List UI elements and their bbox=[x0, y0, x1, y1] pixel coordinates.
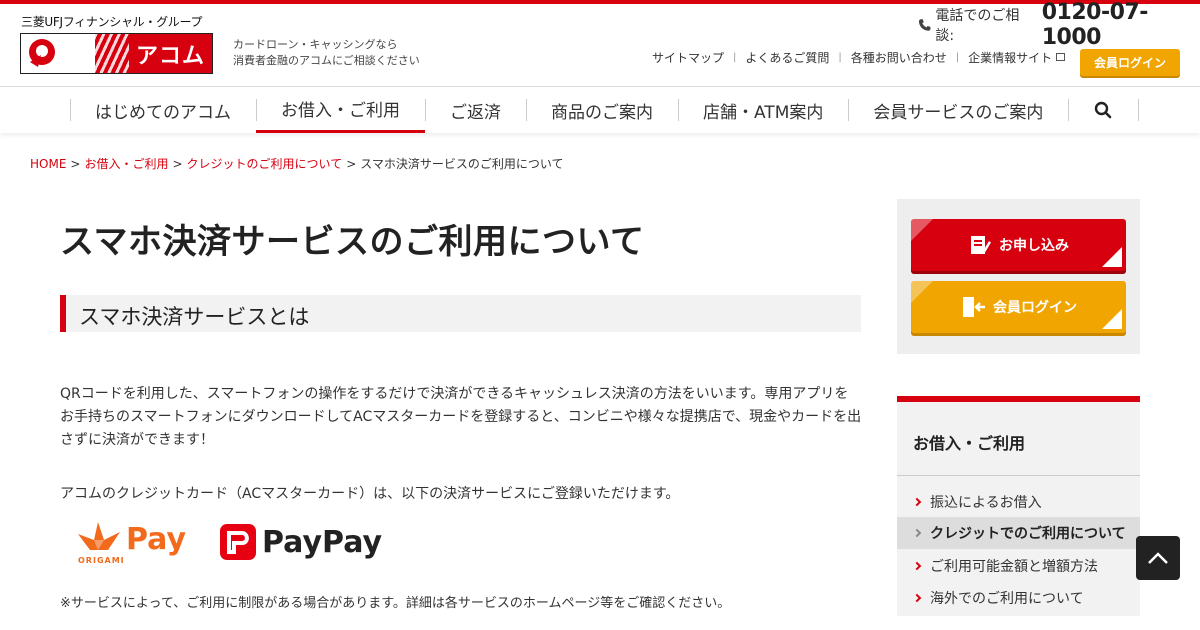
nav-item-repayment[interactable]: ご返済 bbox=[425, 87, 526, 133]
nav-item-first-time[interactable]: はじめてのアコム bbox=[70, 87, 256, 133]
nav-item-member-services[interactable]: 会員サービスのご案内 bbox=[848, 87, 1068, 133]
sidebar-item-limit-increase[interactable]: ご利用可能金額と増額方法 bbox=[897, 550, 1140, 582]
page-top-button[interactable] bbox=[1136, 536, 1180, 580]
chevron-right-icon bbox=[912, 593, 922, 603]
sidebar-item-credit-usage[interactable]: クレジットでのご利用について bbox=[897, 517, 1140, 549]
tagline: カードローン・キャッシングなら 消費者金融のアコムにご相談ください bbox=[233, 38, 420, 67]
sidebar-member-login-button[interactable]: 会員ログイン bbox=[911, 281, 1126, 333]
global-nav: はじめてのアコム お借入・ご利用 ご返済 商品のご案内 店舗・ATM案内 会員サ… bbox=[0, 86, 1200, 133]
login-door-icon bbox=[963, 297, 985, 317]
chevron-right-icon bbox=[912, 561, 922, 571]
sitemap-link[interactable]: サイトマップ bbox=[652, 49, 724, 66]
external-link-icon bbox=[1056, 52, 1066, 61]
sidebar-menu: お借入・ご利用 振込によるお借入 クレジットでのご利用について ご利用可能金額と… bbox=[897, 396, 1140, 616]
breadcrumb-current: スマホ決済サービスのご利用について bbox=[360, 157, 564, 171]
application-form-icon bbox=[971, 236, 991, 254]
phone-contact[interactable]: 電話でのご相談: 0120-07-1000 bbox=[918, 0, 1200, 50]
contact-link[interactable]: 各種お問い合わせ bbox=[851, 49, 947, 66]
corporate-site-link[interactable]: 企業情報サイト bbox=[968, 49, 1052, 66]
breadcrumb-home[interactable]: HOME bbox=[30, 157, 66, 171]
paypay-logo: PayPay bbox=[262, 525, 383, 560]
breadcrumb-credit[interactable]: クレジットのご利用について bbox=[187, 157, 343, 171]
faq-link[interactable]: よくあるご質問 bbox=[745, 49, 829, 66]
chevron-right-icon bbox=[912, 528, 922, 538]
sidebar-item-overseas-usage[interactable]: 海外でのご利用について bbox=[897, 582, 1140, 614]
chevron-right-icon bbox=[912, 497, 922, 507]
intro-paragraph: QRコードを利用した、スマートフォンの操作をするだけで決済ができるキャッシュレス… bbox=[60, 386, 862, 448]
search-icon bbox=[1095, 101, 1112, 119]
paypay-icon bbox=[220, 524, 256, 560]
breadcrumb: HOME > お借入・ご利用 > クレジットのご利用について > スマホ決済サービスのご利用… bbox=[30, 157, 564, 171]
sidebar-cta-box: お申し込み 会員ログイン bbox=[897, 199, 1140, 354]
arrow-up-icon bbox=[1148, 552, 1168, 564]
site-header: 三菱UFJフィナンシャル・グループ アコム カードローン・キャッシングなら 消費… bbox=[0, 0, 1200, 86]
phone-number[interactable]: 0120-07-1000 bbox=[1042, 0, 1200, 50]
services-paragraph: アコムのクレジットカード（ACマスターカード）は、以下の決済サービスにご登録いた… bbox=[60, 486, 680, 502]
brand-name: アコム bbox=[136, 44, 206, 69]
breadcrumb-borrowing[interactable]: お借入・ご利用 bbox=[84, 157, 168, 171]
payment-service-logos: Pay ORIGAMI PayPay bbox=[76, 520, 382, 568]
origami-crane-icon bbox=[78, 522, 120, 550]
section-heading: スマホ決済サービスとは bbox=[60, 295, 861, 332]
phone-label: 電話でのご相談: bbox=[935, 8, 1020, 44]
acom-mark-icon bbox=[29, 39, 55, 67]
page-title: スマホ決済サービスのご利用について bbox=[60, 222, 645, 262]
nav-item-borrowing[interactable]: お借入・ご利用 bbox=[256, 87, 425, 133]
nav-item-products[interactable]: 商品のご案内 bbox=[526, 87, 678, 133]
usage-note: ※サービスによって、ご利用に制限がある場合があります。詳細は各サービスのホームペ… bbox=[60, 596, 731, 611]
sidebar-menu-title: お借入・ご利用 bbox=[913, 434, 1026, 453]
nav-search-button[interactable] bbox=[1068, 87, 1138, 133]
acom-logo[interactable]: アコム bbox=[20, 33, 213, 74]
origami-wordmark: ORIGAMI bbox=[78, 556, 125, 565]
member-login-button[interactable]: 会員ログイン bbox=[1080, 49, 1180, 76]
nav-item-stores-atm[interactable]: 店舗・ATM案内 bbox=[678, 87, 848, 133]
origami-pay-logo: Pay bbox=[126, 522, 187, 557]
sidebar-item-transfer-borrowing[interactable]: 振込によるお借入 bbox=[897, 486, 1140, 518]
apply-button[interactable]: お申し込み bbox=[911, 219, 1126, 271]
phone-icon bbox=[918, 19, 931, 31]
utility-links: サイトマップ | よくあるご質問 | 各種お問い合わせ | 企業情報サイト bbox=[652, 49, 1066, 66]
group-name: 三菱UFJフィナンシャル・グループ bbox=[21, 15, 203, 29]
